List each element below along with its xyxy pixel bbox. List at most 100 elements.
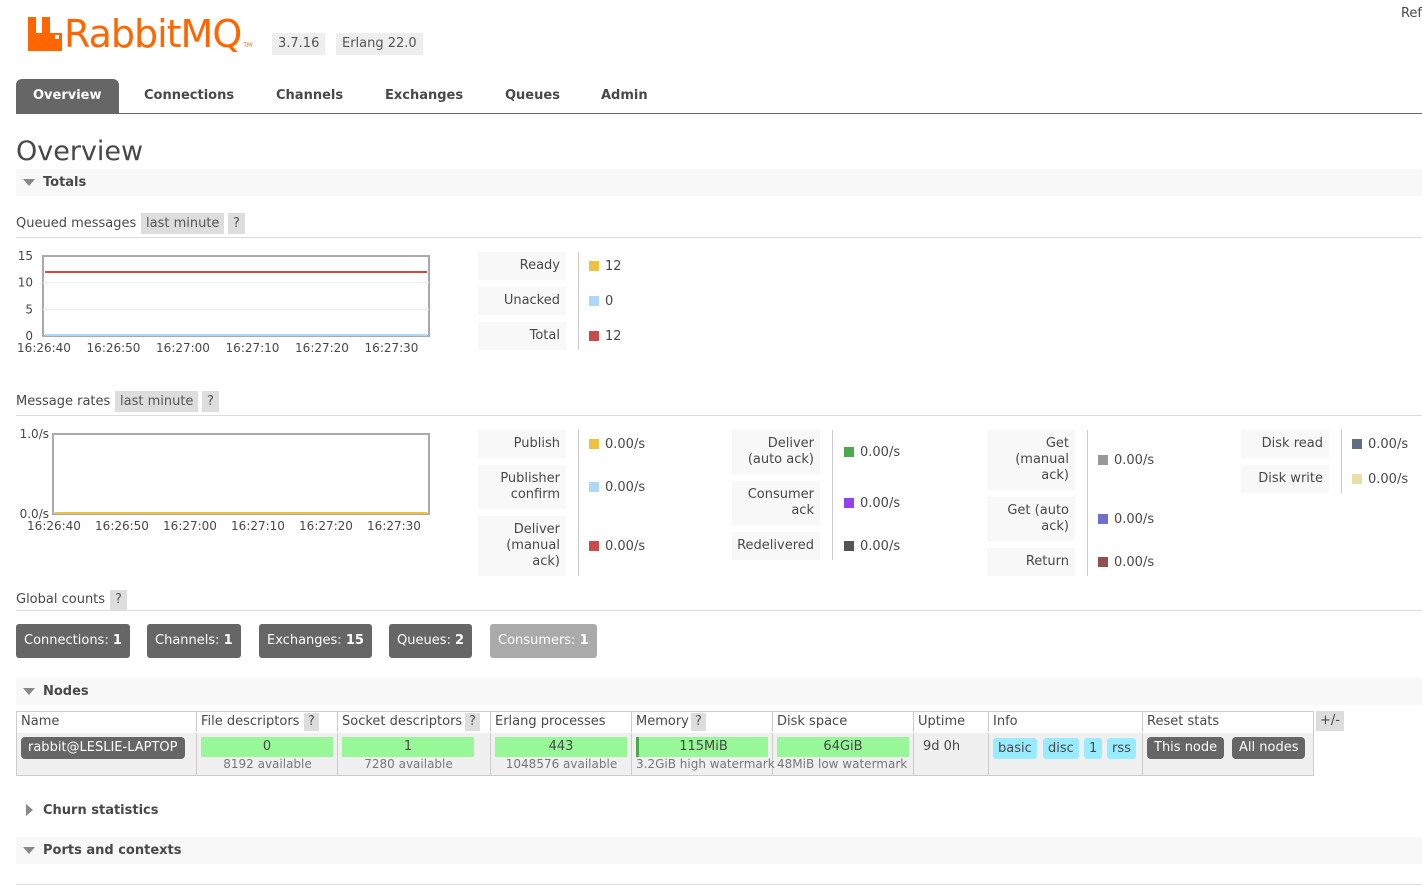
footer-divider: [16, 884, 1422, 885]
refresh-text[interactable]: Ref: [1401, 6, 1422, 21]
file-descriptors-available: 8192 available: [223, 757, 312, 771]
legend-swatch: [589, 296, 599, 306]
rates-legend-label: Get (manual ack): [987, 430, 1075, 490]
queued-messages-label: Queued messages: [16, 216, 137, 231]
queued-help-button[interactable]: ?: [228, 213, 245, 234]
legend-divider: [1341, 430, 1342, 493]
col-uptime: Uptime: [914, 712, 989, 732]
rates-help-button[interactable]: ?: [202, 391, 219, 412]
legend-swatch: [844, 541, 854, 551]
columns-toggle-button[interactable]: +/-: [1316, 711, 1344, 731]
x-tick-label: 16:27:30: [367, 519, 421, 533]
logo-tm: TM: [243, 41, 253, 49]
queued-messages-header: Queued messages last minute ?: [16, 213, 1422, 238]
fd-help-button[interactable]: ?: [304, 713, 319, 731]
memory-bar: 115MiB: [636, 737, 768, 757]
message-rates-header: Message rates last minute ?: [16, 391, 1422, 416]
global-counts-help-button[interactable]: ?: [110, 590, 127, 610]
reset-this-node-button[interactable]: This node: [1147, 737, 1225, 759]
queued-legend-value: 12: [589, 252, 622, 280]
col-reset-stats: Reset stats: [1147, 714, 1220, 729]
legend-divider: [832, 430, 833, 560]
exchanges-count-button[interactable]: Exchanges: 15: [259, 624, 372, 658]
rates-legend-value: 0.00/s: [589, 516, 645, 576]
churn-section-toggle[interactable]: Churn statistics: [16, 797, 1422, 824]
churn-section-label: Churn statistics: [43, 803, 159, 818]
info-tag-basic[interactable]: basic: [993, 738, 1037, 759]
x-tick-label: 16:26:50: [95, 519, 149, 533]
nodes-section-toggle[interactable]: Nodes: [16, 678, 1422, 705]
col-info: Info: [989, 712, 1143, 732]
tab-channels[interactable]: Channels: [259, 79, 360, 113]
erlang-processes-available: 1048576 available: [505, 757, 618, 771]
erlang-processes-bar: 443: [495, 737, 627, 757]
queues-count-button[interactable]: Queues: 2: [389, 624, 473, 658]
tab-overview[interactable]: Overview: [16, 79, 119, 113]
rates-legend-label: Redelivered: [732, 532, 820, 560]
chart-plot-area: [52, 433, 430, 515]
legend-swatch: [1352, 474, 1362, 484]
info-tag-rss[interactable]: rss: [1107, 738, 1136, 759]
x-tick-label: 16:26:40: [27, 519, 81, 533]
rates-legend-label: Deliver (manual ack): [478, 516, 566, 576]
col-name: Name: [17, 712, 197, 732]
rates-legend-value: 0.00/s: [844, 532, 900, 560]
rates-legend-value: 0.00/s: [1098, 430, 1154, 490]
global-counts-header: Global counts ?: [16, 590, 1422, 611]
global-counts-label: Global counts: [16, 592, 106, 607]
tab-exchanges[interactable]: Exchanges: [368, 79, 480, 113]
reset-all-nodes-button[interactable]: All nodes: [1232, 737, 1306, 759]
memory-help-button[interactable]: ?: [691, 713, 706, 731]
queued-messages-chart: 15 10 5 0 16:26:40 16:26:50 16:27:00 16:27:10 16…: [0, 248, 440, 360]
rates-legend-value: 0.00/s: [844, 481, 900, 525]
message-rates-chart: 1.0/s 0.0/s 16:26:40 16:26:50 16:27:00 16:27:…: [0, 426, 440, 538]
x-tick-label: 16:27:20: [295, 341, 349, 355]
collapse-triangle-icon: [23, 847, 35, 854]
consumers-count-badge: Consumers: 1: [490, 624, 597, 658]
connections-count-button[interactable]: Connections: 1: [16, 624, 130, 658]
rates-legend-label: Publisher confirm: [478, 465, 566, 509]
ports-section-toggle[interactable]: Ports and contexts: [16, 837, 1422, 864]
col-file-descriptors: File descriptors?: [197, 712, 338, 732]
rates-legend-value: 0.00/s: [1352, 430, 1408, 458]
legend-swatch: [1352, 439, 1362, 449]
rates-legend-label: Consumer ack: [732, 481, 820, 525]
rates-legend-label: Disk write: [1241, 465, 1329, 493]
socket-descriptors-bar: 1: [342, 737, 474, 757]
rates-range-selector[interactable]: last minute: [115, 391, 199, 412]
info-tag-count[interactable]: 1: [1084, 738, 1103, 759]
tab-queues[interactable]: Queues: [488, 79, 577, 113]
queued-legend-value: 12: [589, 322, 622, 350]
queued-legend-label: Total: [478, 322, 566, 350]
table-row: rabbit@LESLIE-LAPTOP 0 8192 available 1 …: [17, 733, 1313, 775]
x-tick-label: 16:27:10: [226, 341, 280, 355]
ports-section-label: Ports and contexts: [43, 843, 182, 858]
version-badge: 3.7.16: [272, 33, 326, 55]
file-descriptors-bar: 0: [201, 737, 333, 757]
rates-legend-value: 0.00/s: [1098, 497, 1154, 541]
queued-legend-label: Ready: [478, 252, 566, 280]
disk-space-bar: 64GiB: [777, 737, 909, 757]
expand-triangle-icon: [26, 804, 33, 816]
rates-chart-svg: 1.0/s0.0/s16:26:40 16:26:50 16:27:00 16:27:…: [20, 427, 430, 533]
x-tick-label: 16:27:00: [156, 341, 210, 355]
node-name-link[interactable]: rabbit@LESLIE-LAPTOP: [21, 737, 185, 759]
col-socket-descriptors: Socket descriptors?: [338, 712, 491, 732]
legend-swatch: [1098, 557, 1108, 567]
tab-connections[interactable]: Connections: [127, 79, 251, 113]
logo-text: RabbitMQ: [64, 12, 242, 56]
info-tag-disc[interactable]: disc: [1043, 738, 1079, 759]
message-rates-label: Message rates: [16, 394, 111, 409]
rates-legend-label: Get (auto ack): [987, 497, 1075, 541]
totals-section-toggle[interactable]: Totals: [16, 169, 1422, 196]
channels-count-button[interactable]: Channels: 1: [147, 624, 241, 658]
legend-swatch: [844, 498, 854, 508]
tab-admin[interactable]: Admin: [584, 79, 665, 113]
queued-range-selector[interactable]: last minute: [141, 213, 225, 234]
legend-swatch: [589, 541, 599, 551]
rates-legend-value: 0.00/s: [1352, 465, 1408, 493]
x-tick-label: 16:27:10: [231, 519, 285, 533]
x-tick-label: 16:27:00: [163, 519, 217, 533]
sd-help-button[interactable]: ?: [465, 713, 480, 731]
totals-section-label: Totals: [43, 175, 87, 190]
